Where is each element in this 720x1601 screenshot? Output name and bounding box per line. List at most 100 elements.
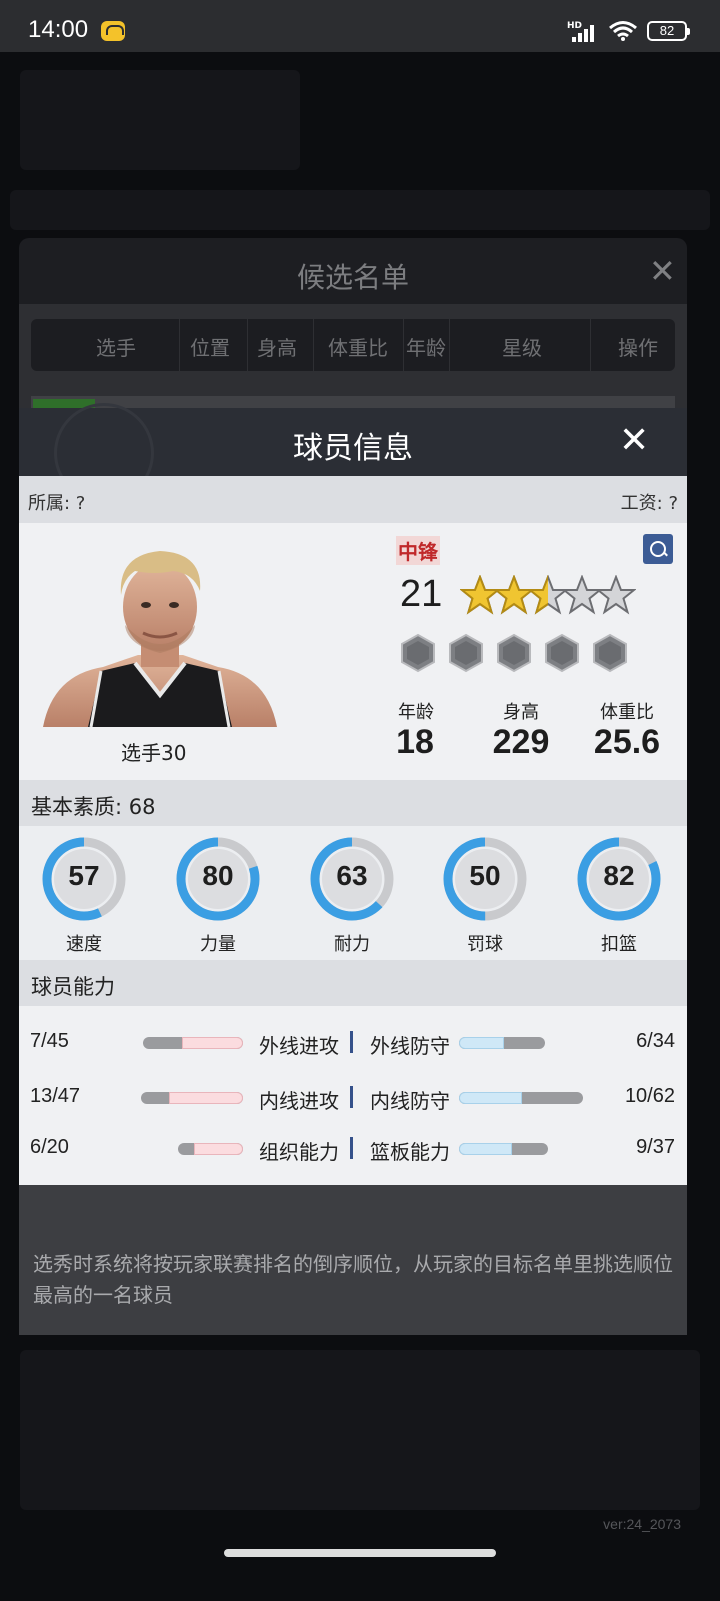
offense-bar: [143, 1037, 243, 1049]
ability-divider: [350, 1137, 353, 1159]
column-header: 年龄: [406, 336, 446, 360]
skill-slot-icon[interactable]: [590, 633, 630, 673]
candidate-list-header: 候选名单 ✕: [19, 238, 687, 304]
skill-slot-icon[interactable]: [494, 633, 534, 673]
attribute-value: 63: [336, 860, 368, 891]
attribute-label: 力量: [200, 934, 236, 955]
background-panel: [10, 190, 710, 230]
ability-list: 7/45 外线进攻 外线防守 6/34 13/47 内线进攻 内线防守 10/62 6/20 组织…: [19, 1006, 687, 1185]
height-label: 身高: [503, 702, 539, 723]
salary-label: 工资: ?: [620, 493, 678, 514]
jersey-number: 21: [400, 573, 443, 615]
attribute-ring: 80 力量: [175, 836, 261, 955]
attribute-label: 罚球: [467, 934, 503, 955]
defense-bar: [459, 1037, 545, 1049]
player-portrait: [43, 551, 277, 727]
star-empty-icon: [596, 575, 636, 615]
player-info-modal: 球员信息 ✕ 所属: ? 工资: ? 选手30 中锋 21 年龄 18 身高 2…: [19, 403, 687, 1185]
base-quality-label: 基本素质: 68: [31, 795, 156, 819]
draft-tip-panel: 选秀时系统将按玩家联赛排名的倒序顺位，从玩家的目标名单里挑选顺位最高的一名球员: [19, 1185, 687, 1335]
ability-title: 球员能力: [31, 975, 115, 999]
column-divider: [179, 319, 180, 371]
column-divider: [590, 319, 591, 371]
defense-bar-fill: [459, 1143, 512, 1155]
column-header: 身高: [257, 336, 297, 360]
background-panel: [20, 1350, 700, 1510]
contract-bar: 所属: ? 工资: ?: [19, 476, 687, 523]
ability-row: 6/20 组织能力 篮板能力 9/37: [19, 1134, 687, 1164]
search-button[interactable]: [643, 534, 673, 564]
column-header: 体重比: [328, 336, 388, 360]
ability-bar: 球员能力: [19, 960, 687, 1006]
wifi-icon: [609, 21, 637, 41]
defense-value: 10/62: [624, 1085, 675, 1107]
player-name: 选手30: [121, 741, 187, 765]
defense-bar-fill: [459, 1092, 522, 1104]
attribute-ring: 63 耐力: [309, 836, 395, 955]
app-notification-icon: [101, 21, 125, 41]
status-time: 14:00: [28, 16, 89, 43]
modal-header: 球员信息 ✕: [19, 403, 687, 503]
base-quality-bar: 基本素质: 68: [19, 780, 687, 826]
ability-row: 13/47 内线进攻 内线防守 10/62: [19, 1083, 687, 1113]
offense-value: 13/47: [30, 1085, 81, 1107]
version-label: ver:24_2073: [603, 1516, 681, 1532]
modal-close-button[interactable]: ✕: [619, 420, 649, 461]
offense-name: 外线进攻: [259, 1034, 339, 1058]
column-divider: [313, 319, 314, 371]
offense-bar-fill: [194, 1143, 243, 1155]
attribute-label: 耐力: [334, 934, 370, 955]
defense-bar-fill: [459, 1037, 504, 1049]
defense-bar: [459, 1143, 548, 1155]
defense-bar: [459, 1092, 583, 1104]
offense-name: 内线进攻: [259, 1089, 339, 1113]
offense-bar-fill: [169, 1092, 243, 1104]
column-divider: [247, 319, 248, 371]
position-tag: 中锋: [396, 536, 440, 565]
skill-slots: [398, 633, 638, 677]
column-header: 位置: [190, 336, 230, 360]
weight-ratio-value: 25.6: [593, 723, 661, 761]
ability-row: 7/45 外线进攻 外线防守 6/34: [19, 1028, 687, 1058]
skill-slot-icon[interactable]: [446, 633, 486, 673]
star-rating: [460, 575, 636, 619]
attribute-value: 50: [469, 860, 501, 891]
weight-ratio-label: 体重比: [600, 702, 654, 723]
skill-slot-icon[interactable]: [398, 633, 438, 673]
attribute-label: 扣篮: [601, 934, 637, 955]
column-divider: [449, 319, 450, 371]
age-label: 年龄: [398, 702, 434, 723]
signal-icon: [572, 22, 602, 42]
offense-bar-fill: [182, 1037, 243, 1049]
affiliation-label: 所属: ?: [28, 493, 86, 514]
attribute-rings: 57 速度 80 力量 63 耐力 50 罚球 82 扣篮: [19, 826, 687, 960]
draft-tip-text: 选秀时系统将按玩家联赛排名的倒序顺位，从玩家的目标名单里挑选顺位最高的一名球员: [33, 1252, 673, 1307]
offense-value: 7/45: [30, 1030, 69, 1052]
attribute-ring: 57 速度: [41, 836, 127, 955]
status-bar: 14:00 HD 82: [0, 0, 720, 52]
defense-value: 6/34: [636, 1030, 675, 1052]
offense-value: 6/20: [30, 1136, 69, 1158]
candidate-columns: 选手 位置 身高 体重比 年龄 星级 操作: [31, 319, 675, 371]
attribute-label: 速度: [66, 934, 102, 955]
attribute-value: 57: [68, 860, 100, 891]
modal-title: 球员信息: [293, 431, 413, 466]
offense-bar: [141, 1092, 243, 1104]
skill-slot-icon[interactable]: [542, 633, 582, 673]
offense-name: 组织能力: [259, 1140, 339, 1164]
column-header: 星级: [502, 336, 542, 360]
candidate-list-body: 选手 位置 身高 体重比 年龄 星级 操作: [19, 304, 687, 409]
defense-value: 9/37: [636, 1136, 675, 1158]
defense-name: 外线防守: [370, 1034, 450, 1058]
attribute-value: 80: [202, 860, 234, 891]
column-header: 选手: [96, 336, 136, 360]
player-profile: 选手30 中锋 21 年龄 18 身高 229 体重比 25.6: [19, 523, 687, 780]
height-value: 229: [492, 723, 550, 761]
background-panel: [20, 70, 300, 170]
candidate-close-button[interactable]: ✕: [649, 252, 676, 290]
candidate-list-title: 候选名单: [296, 261, 409, 294]
home-indicator[interactable]: [224, 1549, 496, 1557]
column-header: 操作: [618, 336, 658, 360]
ability-divider: [350, 1031, 353, 1053]
attribute-value: 82: [603, 860, 635, 891]
